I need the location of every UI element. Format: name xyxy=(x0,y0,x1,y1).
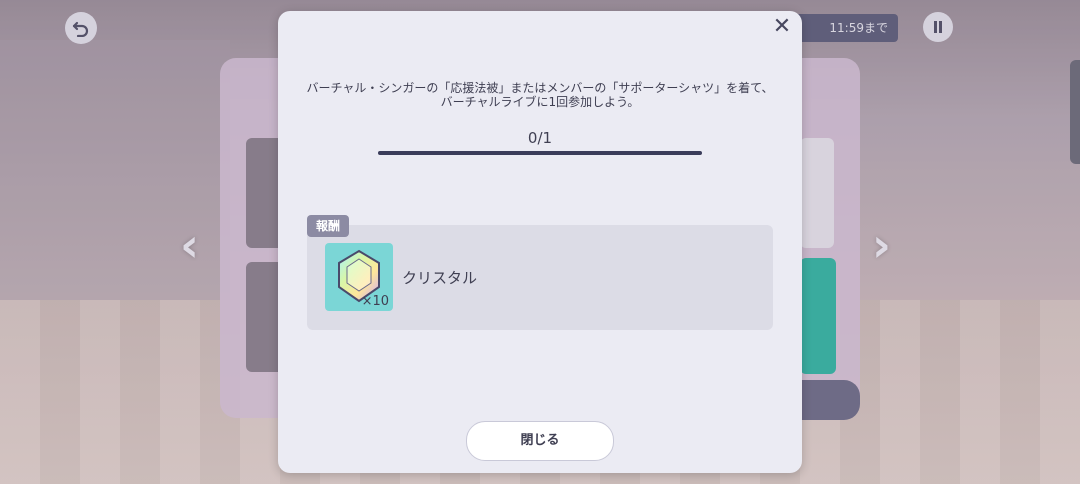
reward-quantity: ×10 xyxy=(361,294,389,309)
progress-count: 0/1 xyxy=(527,129,553,147)
mission-description-line: バーチャルライブに1回参加しよう。 xyxy=(440,95,640,109)
reward-box: ×10 クリスタル xyxy=(307,225,773,330)
reward-name: クリスタル xyxy=(402,269,478,287)
close-icon[interactable]: ✕ xyxy=(770,15,794,39)
mission-description-line: バーチャル・シンガーの「応援法被」またはメンバーの「サポーターシャツ」を着て、 xyxy=(306,81,774,95)
mission-description: バーチャル・シンガーの「応援法被」またはメンバーの「サポーターシャツ」を着て、 … xyxy=(298,81,782,109)
reward-tag: 報酬 xyxy=(307,215,349,237)
reward-item: ×10 xyxy=(325,243,393,311)
close-button[interactable]: 閉じる xyxy=(466,421,614,461)
progress-bar xyxy=(378,151,702,155)
mission-detail-dialog: ✕ バーチャル・シンガーの「応援法被」またはメンバーの「サポーターシャツ」を着て… xyxy=(278,11,802,473)
